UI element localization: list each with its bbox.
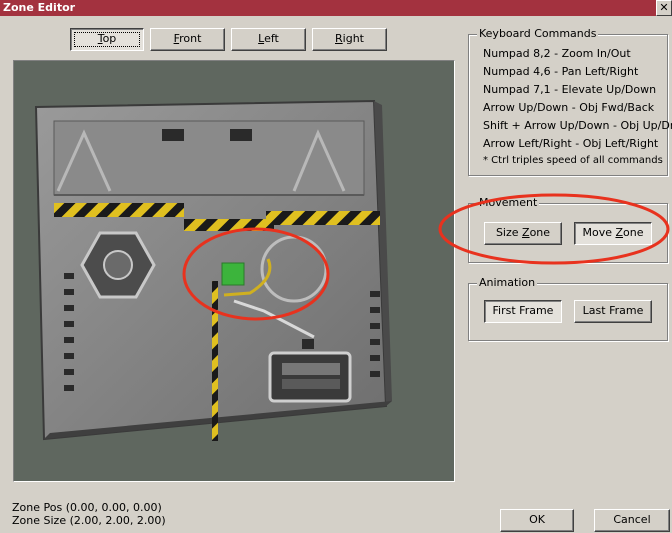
view-right-button[interactable]: Right — [312, 28, 387, 51]
first-frame-button[interactable]: First Frame — [484, 300, 562, 323]
keyboard-line: * Ctrl triples speed of all commands — [483, 155, 663, 166]
last-frame-button[interactable]: Last Frame — [574, 300, 652, 323]
hatch — [268, 351, 352, 403]
zone-pos-text: Zone Pos (0.00, 0.00, 0.00) — [12, 501, 162, 514]
title-bar: Zone Editor ✕ — [0, 0, 672, 16]
keyboard-line: Numpad 8,2 - Zoom In/Out — [483, 47, 631, 60]
keyboard-line: Arrow Up/Down - Obj Fwd/Back — [483, 101, 655, 114]
keyboard-line: Numpad 7,1 - Elevate Up/Down — [483, 83, 657, 96]
animation-title: Animation — [477, 276, 538, 289]
view-top-button[interactable]: Top — [70, 28, 144, 51]
zone-size-text: Zone Size (2.00, 2.00, 2.00) — [12, 514, 166, 527]
close-icon[interactable]: ✕ — [656, 0, 672, 16]
keyboard-line: Shift + Arrow Up/Down - Obj Up/Dn — [483, 119, 672, 132]
keyboard-line: Arrow Left/Right - Obj Left/Right — [483, 137, 659, 150]
hazard-stripe — [54, 203, 184, 217]
keyboard-commands-group: Keyboard Commands Numpad 8,2 - Zoom In/O… — [468, 27, 672, 176]
wall-panel-render — [34, 99, 392, 441]
window-title: Zone Editor — [3, 1, 76, 14]
zone-marker — [221, 262, 245, 286]
keyboard-line: Numpad 4,6 - Pan Left/Right — [483, 65, 639, 78]
cancel-button[interactable]: Cancel — [594, 509, 670, 532]
movement-annotation-ellipse — [438, 193, 670, 265]
view-left-button[interactable]: Left — [231, 28, 306, 51]
view-front-button[interactable]: Front — [150, 28, 225, 51]
keyboard-commands-title: Keyboard Commands — [477, 27, 599, 40]
ok-button[interactable]: OK — [500, 509, 574, 532]
3d-viewport[interactable] — [13, 60, 455, 482]
